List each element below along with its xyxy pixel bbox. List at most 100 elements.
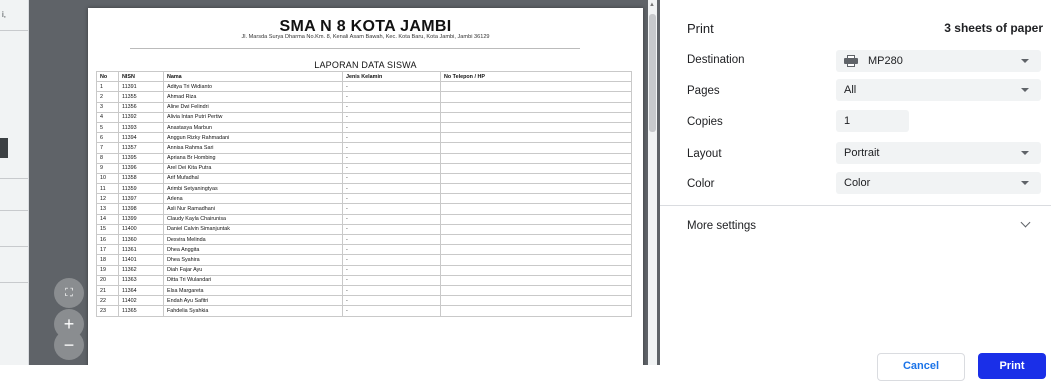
fit-to-page-button[interactable]: ⛶ bbox=[54, 278, 84, 308]
table-cell: - bbox=[342, 284, 441, 297]
table-cell: 12 bbox=[96, 193, 119, 205]
table-cell: 11395 bbox=[118, 152, 164, 164]
table-cell: 21 bbox=[96, 284, 119, 297]
table-cell bbox=[440, 193, 632, 205]
zoom-out-button[interactable]: − bbox=[54, 330, 84, 360]
table-cell: Apriana Br Hombing bbox=[163, 152, 343, 164]
table-cell: 7 bbox=[96, 142, 119, 154]
table-cell: Anggun Rizky Rahmadani bbox=[163, 132, 343, 144]
table-cell bbox=[440, 295, 632, 307]
table-cell: 11399 bbox=[118, 213, 164, 225]
table-cell: Claudy Kayla Chairunisa bbox=[163, 213, 343, 225]
students-table: No NISN Nama Jenis Kelamin No Telepon / HP 1… bbox=[96, 70, 632, 317]
table-cell: Fahdelia Syahkia bbox=[163, 305, 343, 317]
table-row: 11 11359 Arimbi Setyaningtyas - bbox=[96, 183, 632, 195]
chevron-down-icon bbox=[1021, 181, 1029, 185]
table-cell: 10 bbox=[96, 172, 119, 185]
table-row: 14 11399 Claudy Kayla Chairunisa - bbox=[96, 213, 632, 225]
table-cell: - bbox=[342, 193, 441, 205]
table-cell: 11359 bbox=[118, 183, 164, 195]
table-row: 3 11356 Aline Dwi Felindri - bbox=[96, 101, 632, 113]
table-cell: 11392 bbox=[118, 111, 164, 123]
copies-label: Copies bbox=[687, 116, 723, 128]
table-cell: 19 bbox=[96, 264, 119, 276]
layout-select[interactable]: Portrait bbox=[836, 142, 1041, 164]
table-row: 23 11365 Fahdelia Syahkia - bbox=[96, 305, 632, 317]
report-title: LAPORAN DATA SISWA bbox=[314, 60, 417, 70]
table-cell: Ahmad Riza bbox=[163, 91, 343, 103]
table-row: 8 11395 Apriana Br Hombing - bbox=[96, 152, 632, 164]
copies-value: 1 bbox=[844, 115, 851, 127]
table-cell bbox=[440, 305, 632, 317]
table-cell: 11393 bbox=[118, 121, 164, 134]
table-cell bbox=[440, 152, 632, 164]
table-cell: - bbox=[342, 254, 441, 266]
table-cell: 11355 bbox=[118, 91, 164, 103]
table-cell: - bbox=[342, 162, 441, 174]
print-preview-area: i, SMA N 8 KOTA JAMBI Jl. Marsda Surya D… bbox=[0, 0, 660, 365]
destination-select[interactable]: MP280 bbox=[836, 50, 1041, 72]
table-cell bbox=[440, 223, 632, 236]
table-row: 10 11358 Arif Mufadhal - bbox=[96, 172, 632, 185]
table-cell: Asli Nur Ramadhani bbox=[163, 203, 343, 215]
table-cell: 11394 bbox=[118, 132, 164, 144]
table-cell: - bbox=[342, 213, 441, 225]
color-value: Color bbox=[844, 177, 871, 189]
table-cell: Desvira Melinda bbox=[163, 233, 343, 246]
table-cell: Diah Fajar Ayu bbox=[163, 264, 343, 276]
background-divider bbox=[0, 246, 28, 247]
table-cell: Aline Dwi Felindri bbox=[163, 101, 343, 113]
table-cell: 11364 bbox=[118, 284, 164, 297]
table-cell: 11400 bbox=[118, 223, 164, 236]
table-cell: 11358 bbox=[118, 172, 164, 185]
table-cell: - bbox=[342, 223, 441, 236]
table-cell bbox=[440, 132, 632, 144]
pages-value: All bbox=[844, 84, 857, 96]
column-header: Jenis Kelamin bbox=[342, 70, 441, 83]
printer-icon bbox=[844, 55, 858, 67]
background-divider bbox=[0, 210, 28, 211]
chevron-down-icon[interactable] bbox=[1020, 217, 1031, 228]
color-select[interactable]: Color bbox=[836, 172, 1041, 194]
table-cell: - bbox=[342, 233, 441, 246]
table-row: 17 11361 Dhea Anggita - bbox=[96, 244, 632, 256]
pages-select[interactable]: All bbox=[836, 79, 1041, 101]
table-cell: - bbox=[342, 142, 441, 154]
table-header-row: No NISN Nama Jenis Kelamin No Telepon / HP bbox=[96, 70, 632, 83]
table-cell: 17 bbox=[96, 244, 119, 256]
table-row: 13 11398 Asli Nur Ramadhani - bbox=[96, 203, 632, 215]
scroll-up-icon[interactable]: ▲ bbox=[649, 2, 655, 8]
table-cell: Endah Ayu Safitri bbox=[163, 295, 343, 307]
table-cell: Alivia Intan Putri Pertiw bbox=[163, 111, 343, 123]
copies-input[interactable]: 1 bbox=[836, 110, 909, 132]
table-cell: - bbox=[342, 111, 441, 123]
table-cell: - bbox=[342, 152, 441, 164]
table-row: 15 11400 Daniel Calvin Simanjuntak - bbox=[96, 223, 632, 236]
cancel-button[interactable]: Cancel bbox=[877, 353, 965, 381]
table-cell bbox=[440, 213, 632, 225]
table-cell: - bbox=[342, 132, 441, 144]
table-cell: Dhea Anggita bbox=[163, 244, 343, 256]
table-cell: 11361 bbox=[118, 244, 164, 256]
print-settings-panel: Print 3 sheets of paper Destination MP28… bbox=[660, 0, 1051, 381]
preview-page: SMA N 8 KOTA JAMBI Jl. Marsda Surya Dhar… bbox=[88, 8, 643, 365]
table-row: 21 11364 Elsa Margareta - bbox=[96, 284, 632, 297]
table-cell: 11 bbox=[96, 183, 119, 195]
table-cell: - bbox=[342, 203, 441, 215]
chevron-down-icon bbox=[1021, 88, 1029, 92]
column-header: No Telepon / HP bbox=[440, 70, 632, 83]
table-row: 16 11360 Desvira Melinda - bbox=[96, 233, 632, 246]
table-cell: - bbox=[342, 264, 441, 276]
table-cell: Arif Mufadhal bbox=[163, 172, 343, 185]
table-cell: - bbox=[342, 121, 441, 134]
table-cell: Arimbi Setyaningtyas bbox=[163, 183, 343, 195]
table-cell bbox=[440, 183, 632, 195]
background-page-mark: i, bbox=[2, 10, 6, 19]
table-cell: - bbox=[342, 81, 441, 93]
scrollbar-thumb[interactable] bbox=[649, 14, 656, 132]
table-cell: 11396 bbox=[118, 162, 164, 174]
panel-title: Print bbox=[687, 21, 714, 36]
more-settings-toggle[interactable]: More settings bbox=[687, 220, 756, 232]
table-cell: 11397 bbox=[118, 193, 164, 205]
print-button[interactable]: Print bbox=[978, 353, 1046, 379]
